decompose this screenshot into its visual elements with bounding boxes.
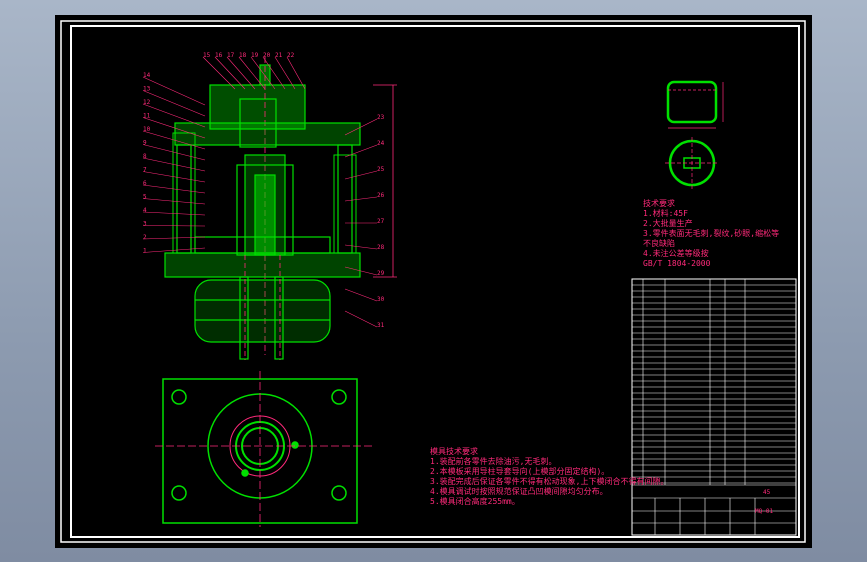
part-detail bbox=[665, 80, 724, 189]
balloon-right: 24 bbox=[377, 140, 385, 147]
balloon-left: 5 bbox=[143, 194, 147, 201]
balloon-right: 25 bbox=[377, 166, 385, 173]
balloon-right: 27 bbox=[377, 218, 385, 225]
leader-line bbox=[142, 236, 206, 240]
leader-line bbox=[142, 225, 206, 227]
leader-line bbox=[226, 56, 256, 90]
balloon-left: 6 bbox=[143, 180, 147, 187]
guide-post-right bbox=[337, 144, 353, 254]
balloon-top: 22 bbox=[287, 52, 295, 59]
leader-line bbox=[344, 144, 378, 158]
balloon-right: 31 bbox=[377, 322, 385, 329]
assembly-note-line: 2.本模板采用导柱导套导向(上模部分固定结构)。 bbox=[430, 467, 610, 476]
leader-line bbox=[344, 196, 378, 202]
part-note-line: GB/T 1804-2000 bbox=[643, 259, 711, 268]
leader-line bbox=[344, 244, 378, 250]
leader-line bbox=[142, 103, 206, 128]
assembly-note-line: 5.模具闭合高度255mm。 bbox=[430, 497, 520, 506]
leader-line bbox=[142, 157, 206, 172]
leader-line bbox=[274, 56, 296, 90]
part-notes: 技术要求 1.材料:45F 2.大批量生产 3.零件表面无毛刺,裂纹,砂眼,缩松… bbox=[643, 199, 779, 269]
balloon-left: 9 bbox=[143, 140, 147, 147]
leader-line bbox=[142, 198, 206, 205]
part-notes-heading: 技术要求 bbox=[643, 199, 675, 208]
part-front-view bbox=[666, 80, 718, 124]
balloon-right: 23 bbox=[377, 114, 385, 121]
leader-line bbox=[344, 310, 378, 328]
assembly-note-line: 3.装配完成后保证各零件不得有松动现象,上下模闭合不得有间隙。 bbox=[430, 477, 669, 486]
part-note-line: 4.未注公差等级按 bbox=[643, 249, 709, 258]
assembly-notes-heading: 模具技术要求 bbox=[430, 447, 478, 456]
balloon-left: 1 bbox=[143, 248, 147, 255]
leader-line bbox=[142, 247, 206, 253]
part-note-line: 2.大批量生产 bbox=[643, 219, 693, 228]
part-note-line: 不良缺陷 bbox=[643, 239, 675, 248]
assembly-note-line: 4.模具调试时按照规范保证凸凹模间隙均匀分布。 bbox=[430, 487, 608, 496]
assembly-notes: 模具技术要求 1.装配前各零件去除油污,无毛刺。 2.本模板采用导柱导套导向(上… bbox=[430, 447, 668, 507]
leader-line bbox=[142, 171, 206, 183]
balloon-left: 10 bbox=[143, 126, 151, 133]
part-note-line: 1.材料:45F bbox=[643, 209, 688, 218]
rubber-cushion bbox=[194, 279, 331, 343]
balloon-left: 11 bbox=[143, 113, 151, 120]
balloon-left: 8 bbox=[143, 153, 147, 160]
part-note-line: 3.零件表面无毛刺,裂纹,砂眼,缩松等 bbox=[643, 229, 780, 238]
balloon-left: 12 bbox=[143, 99, 151, 106]
balloon-top: 21 bbox=[275, 52, 283, 59]
leader-line bbox=[344, 170, 378, 180]
balloon-right: 29 bbox=[377, 270, 385, 277]
balloon-right: 26 bbox=[377, 192, 385, 199]
balloon-top: 16 bbox=[215, 52, 223, 59]
leader-line bbox=[344, 288, 378, 302]
leader-line bbox=[142, 211, 206, 216]
balloon-top: 19 bbox=[251, 52, 259, 59]
balloon-left: 2 bbox=[143, 234, 147, 241]
balloon-left: 7 bbox=[143, 167, 147, 174]
guide-post-left bbox=[176, 144, 192, 254]
balloon-left: 13 bbox=[143, 86, 151, 93]
balloon-top: 18 bbox=[239, 52, 247, 59]
title-block-material: 45 bbox=[763, 489, 771, 496]
cad-viewport[interactable]: 15 16 17 18 19 20 21 22 14 13 12 11 10 9 8 7 6 5 4 3 2 1 23 24 2… bbox=[55, 15, 812, 548]
balloon-left: 4 bbox=[143, 207, 147, 214]
balloon-left: 3 bbox=[143, 221, 147, 228]
leader-line bbox=[142, 90, 206, 117]
lower-plate bbox=[164, 252, 361, 278]
assembly-note-line: 1.装配前各零件去除油污,无毛刺。 bbox=[430, 457, 557, 466]
plan-view bbox=[155, 371, 375, 527]
balloon-right: 28 bbox=[377, 244, 385, 251]
leader-line bbox=[142, 184, 206, 194]
balloon-left: 14 bbox=[143, 72, 151, 79]
balloon-top: 15 bbox=[203, 52, 211, 59]
balloon-right: 30 bbox=[377, 296, 385, 303]
balloon-top: 20 bbox=[263, 52, 271, 59]
leader-line bbox=[286, 56, 306, 90]
leader-line bbox=[142, 76, 206, 106]
title-block-drawing-no: MQ-01 bbox=[755, 508, 774, 515]
leader-line bbox=[142, 144, 206, 161]
balloon-top: 17 bbox=[227, 52, 235, 59]
